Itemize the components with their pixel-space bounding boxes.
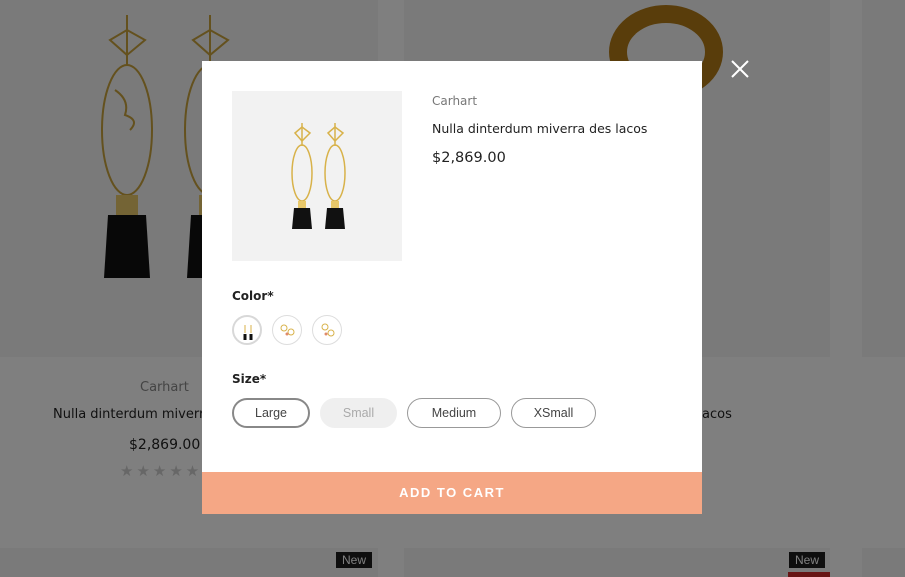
earring-image [291, 123, 346, 229]
color-label: Color* [232, 289, 274, 303]
size-label: Size* [232, 372, 266, 386]
color-swatch[interactable] [272, 315, 302, 345]
size-option-large[interactable]: Large [232, 398, 310, 428]
close-button[interactable] [728, 57, 752, 81]
quick-view-modal: Carhart Nulla dinterdum miverra des laco… [202, 61, 702, 514]
size-option-xsmall[interactable]: XSmall [511, 398, 596, 428]
earring-swatch-image [280, 324, 295, 336]
earring-swatch-image [321, 323, 335, 337]
product-title[interactable]: Nulla dinterdum miverra des lacos [432, 121, 647, 136]
product-brand[interactable]: Carhart [432, 94, 477, 108]
product-price: $2,869.00 [432, 150, 506, 166]
close-icon [731, 60, 749, 78]
earring-swatch-image [243, 325, 253, 340]
size-option-medium[interactable]: Medium [407, 398, 501, 428]
size-label-text: Size [232, 372, 260, 386]
color-swatch[interactable] [312, 315, 342, 345]
required-mark: * [267, 289, 274, 303]
color-swatch-selected[interactable] [232, 315, 262, 345]
size-option-small[interactable]: Small [320, 398, 397, 428]
add-to-cart-button[interactable]: ADD TO CART [202, 472, 702, 514]
product-thumbnail [232, 91, 402, 261]
color-label-text: Color [232, 289, 268, 303]
required-mark: * [259, 372, 267, 386]
